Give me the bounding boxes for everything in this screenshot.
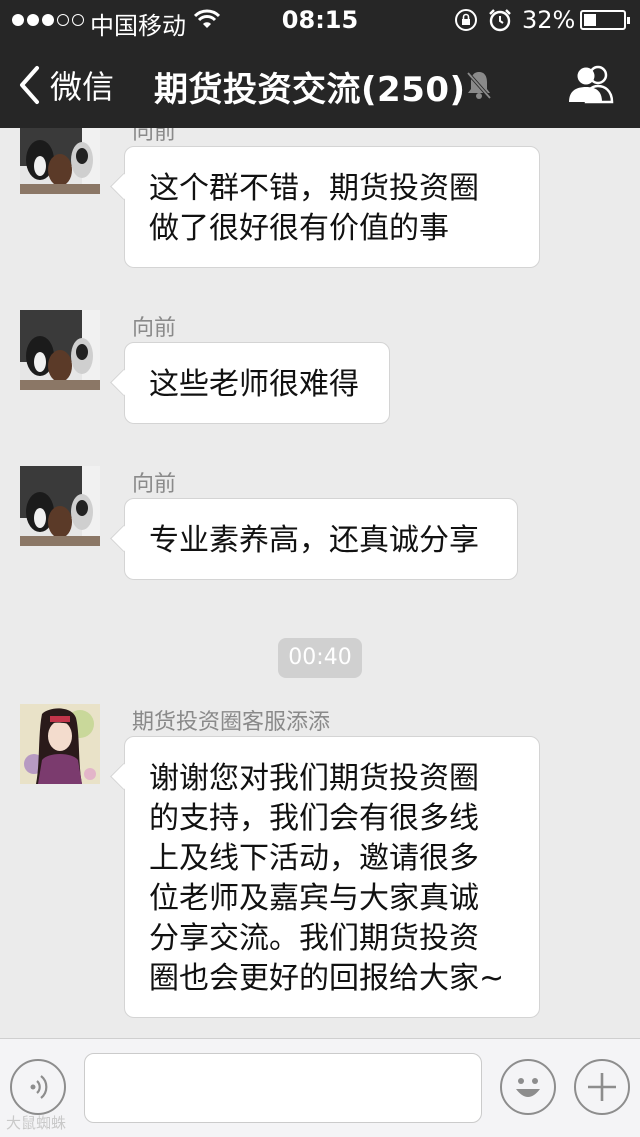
message-line: 专业素养高，还真诚分享	[149, 523, 479, 558]
rotation-lock-icon	[455, 9, 477, 31]
message-line: 这些老师很难得	[149, 367, 359, 402]
dogs-avatar-image	[20, 128, 100, 194]
avatar[interactable]	[20, 704, 100, 784]
message-line: 做了很好很有价值的事	[149, 211, 449, 246]
avatar[interactable]	[20, 466, 100, 546]
message-line: 的支持，我们会有很多线	[149, 801, 479, 836]
chat-area[interactable]: 向前 这个群不错，期货投资圈 做了很好很有价值的事 向前 这些老师很难得 向前 …	[0, 128, 640, 1038]
back-chevron-icon	[20, 66, 39, 104]
avatar[interactable]	[20, 128, 100, 194]
group-members-icon[interactable]	[566, 64, 616, 104]
message-bubble[interactable]: 谢谢您对我们期货投资圈 的支持，我们会有很多线 上及线下活动，邀请很多 位老师及…	[124, 736, 540, 1018]
message-bubble[interactable]: 这些老师很难得	[124, 342, 390, 424]
sender-name: 向前	[132, 316, 177, 341]
message-line: 上及线下活动，邀请很多	[149, 841, 479, 876]
header: 中国移动 08:15 32% 微信 期货投资交流(250)	[0, 0, 640, 128]
voice-icon	[30, 1075, 48, 1099]
message-line: 位老师及嘉宾与大家真诚	[149, 881, 479, 916]
timestamp-badge: 00:40	[278, 638, 362, 678]
message-bubble[interactable]: 专业素养高，还真诚分享	[124, 498, 518, 580]
status-bar: 中国移动 08:15 32%	[0, 0, 640, 40]
message-bubble[interactable]: 这个群不错，期货投资圈 做了很好很有价值的事	[124, 146, 540, 268]
watermark: 大鼠蜘蛛	[6, 1114, 67, 1132]
more-button[interactable]	[574, 1059, 630, 1115]
sender-name: 向前	[132, 472, 177, 497]
voice-button[interactable]	[10, 1059, 66, 1115]
message-line: 分享交流。我们期货投资	[149, 921, 479, 956]
input-bar	[0, 1038, 640, 1137]
emoji-button[interactable]	[500, 1059, 556, 1115]
message-line: 这个群不错，期货投资圈	[149, 171, 479, 206]
back-button[interactable]: 微信	[18, 62, 114, 108]
dogs-avatar-image	[20, 310, 100, 390]
message-input[interactable]	[84, 1053, 482, 1123]
sender-name: 向前	[132, 128, 177, 145]
emoji-icon	[516, 1078, 540, 1097]
alarm-icon	[489, 9, 511, 32]
sender-name: 期货投资圈客服添添	[132, 710, 331, 735]
message-line: 谢谢您对我们期货投资圈	[149, 761, 479, 796]
plus-icon	[588, 1073, 616, 1101]
back-label: 微信	[50, 68, 115, 106]
avatar[interactable]	[20, 310, 100, 390]
battery-icon	[580, 10, 630, 30]
message-line: 圈也会更好的回报给大家~	[149, 961, 505, 996]
mute-icon	[466, 71, 492, 100]
anime-girl-avatar-image	[20, 704, 100, 784]
dogs-avatar-image	[20, 466, 100, 546]
battery-percent: 32%	[522, 6, 576, 34]
chat-title: 期货投资交流(250)	[154, 70, 466, 110]
nav-bar: 微信 期货投资交流(250)	[0, 40, 640, 128]
